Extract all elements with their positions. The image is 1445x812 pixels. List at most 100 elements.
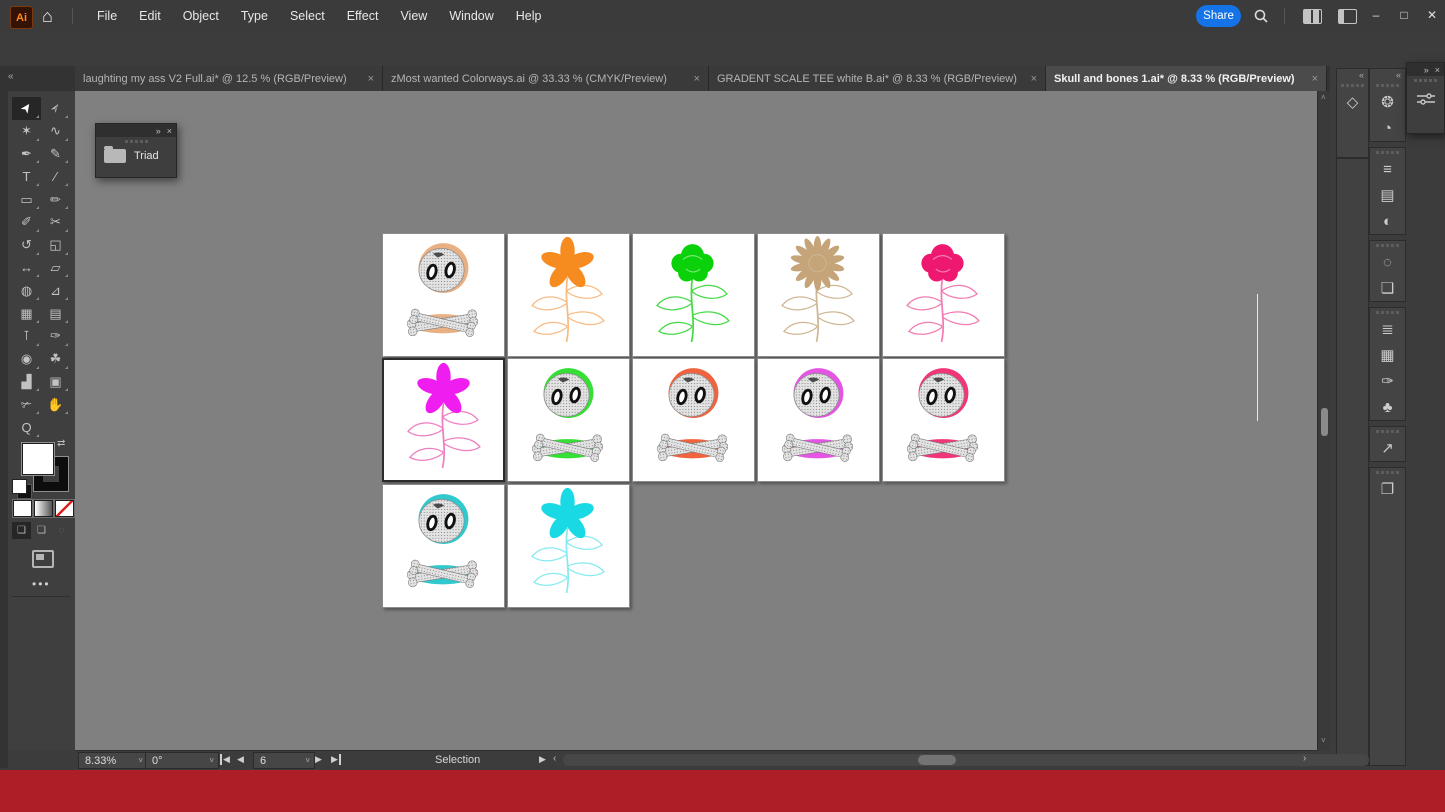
vertical-scroll-thumb[interactable]: [1321, 408, 1328, 436]
transparency-panel-icon[interactable]: ◐: [1370, 208, 1405, 234]
status-expand-icon[interactable]: ▶: [539, 754, 546, 765]
first-artboard-button[interactable]: ◀: [220, 754, 230, 765]
brushes-panel-icon[interactable]: ✑: [1370, 368, 1405, 394]
drag-dots[interactable]: [1370, 148, 1405, 156]
scroll-right-icon[interactable]: ›: [1303, 753, 1306, 764]
drag-dots[interactable]: [1370, 427, 1405, 435]
horizontal-scrollbar[interactable]: [563, 754, 1369, 766]
rotation-combo[interactable]: 0° ˅: [145, 752, 219, 769]
menu-type[interactable]: Type: [230, 0, 279, 32]
previous-artboard-button[interactable]: ◀: [237, 754, 244, 765]
artboard-flower-green[interactable]: [632, 233, 755, 357]
share-button[interactable]: Share: [1196, 5, 1241, 27]
next-artboard-button[interactable]: ▶: [315, 754, 322, 765]
none-mode-button[interactable]: [55, 500, 74, 517]
artboard-tool[interactable]: ▣: [41, 371, 70, 394]
artboard-flower-pink[interactable]: [882, 233, 1005, 357]
rotate-tool[interactable]: ↺: [12, 234, 41, 257]
swap-fill-stroke-icon[interactable]: ⇄: [57, 438, 65, 449]
rectangle-tool[interactable]: ▭: [12, 188, 41, 211]
type-tool[interactable]: T: [12, 165, 41, 188]
lasso-tool[interactable]: ∿: [41, 120, 70, 143]
export-panel-icon[interactable]: ↗: [1370, 435, 1405, 461]
document-layout-icon[interactable]: [1338, 9, 1357, 24]
artboard-skull-orange[interactable]: [632, 358, 755, 482]
perspective-grid-tool[interactable]: ⊿: [41, 279, 70, 302]
pen-tool[interactable]: ✒: [12, 143, 41, 166]
artboard-flower-tan[interactable]: [757, 233, 880, 357]
home-icon[interactable]: ⌂: [42, 4, 53, 28]
drag-dots[interactable]: [1337, 81, 1368, 89]
curvature-tool[interactable]: ✎: [41, 143, 70, 166]
artboard-skull-cyan[interactable]: [382, 484, 505, 608]
color-panel-icon[interactable]: ❂: [1370, 89, 1405, 115]
collapse-dock-icon[interactable]: «: [1396, 69, 1401, 81]
draw-inside-button[interactable]: ◌: [52, 522, 71, 539]
minimize-button[interactable]: –: [1363, 0, 1389, 30]
scroll-left-icon[interactable]: ‹: [553, 753, 556, 764]
color-guide-panel-icon[interactable]: ◔: [1370, 115, 1405, 141]
scroll-down-icon[interactable]: ˅: [1321, 736, 1326, 745]
edit-toolbar-icon[interactable]: •••: [32, 577, 51, 591]
sliders-icon[interactable]: [1417, 92, 1435, 106]
artboard-number-combo[interactable]: 6 ˅: [253, 752, 315, 769]
appearance-panel-icon[interactable]: ◌: [1370, 249, 1405, 275]
shaper-tool[interactable]: ✐: [12, 211, 41, 234]
canvas[interactable]: [75, 91, 1317, 750]
expand-panel-icon[interactable]: »: [1424, 65, 1429, 75]
close-panel-icon[interactable]: ×: [1435, 65, 1440, 75]
vertical-scrollbar[interactable]: ˄ ˅: [1317, 91, 1331, 750]
fill-color-indicator[interactable]: [22, 443, 54, 475]
close-button[interactable]: ✕: [1419, 0, 1445, 30]
zoom-level-combo[interactable]: 8.33% ˅: [78, 752, 148, 769]
gradient-panel-icon[interactable]: ▤: [1370, 182, 1405, 208]
triad-label[interactable]: Triad: [134, 150, 159, 162]
expand-panel-icon[interactable]: »: [156, 126, 161, 136]
layers-panel-icon[interactable]: ≣: [1370, 316, 1405, 342]
scale-tool[interactable]: ◱: [41, 234, 70, 257]
hand-tool[interactable]: ✋: [41, 393, 70, 416]
document-tab-4[interactable]: Skull and bones 1.ai* @ 8.33 % (RGB/Prev…: [1046, 66, 1327, 91]
close-panel-icon[interactable]: ×: [167, 126, 172, 136]
drag-dots[interactable]: [1370, 81, 1405, 89]
artboard-flower-cyan[interactable]: [507, 484, 630, 608]
search-icon[interactable]: [1253, 8, 1269, 24]
artboard-flower-magenta[interactable]: [382, 358, 505, 482]
artboard-flower-orange[interactable]: [507, 233, 630, 357]
paintbrush-tool[interactable]: ✏: [41, 188, 70, 211]
collapse-dock-icon[interactable]: «: [1359, 69, 1364, 81]
document-tab-1[interactable]: laughting my ass V2 Full.ai* @ 12.5 % (R…: [75, 66, 383, 91]
collapse-dock-icon[interactable]: «: [8, 71, 14, 82]
menu-file[interactable]: File: [86, 0, 128, 32]
menu-window[interactable]: Window: [438, 0, 504, 32]
document-tab-2[interactable]: zMost wanted Colorways.ai @ 33.33 % (CMY…: [383, 66, 709, 91]
horizontal-scroll-thumb[interactable]: [918, 755, 956, 765]
blend-tool[interactable]: ◉: [12, 348, 41, 371]
menu-select[interactable]: Select: [279, 0, 336, 32]
artboard-skull-magenta[interactable]: [757, 358, 880, 482]
symbols-panel-icon[interactable]: ♣: [1370, 394, 1405, 420]
menu-view[interactable]: View: [389, 0, 438, 32]
scissors-tool[interactable]: ✂: [41, 211, 70, 234]
drag-dots[interactable]: [1370, 241, 1405, 249]
scroll-up-icon[interactable]: ˄: [1321, 93, 1326, 102]
drag-dots[interactable]: [1407, 76, 1444, 84]
menu-object[interactable]: Object: [172, 0, 230, 32]
arrange-documents-icon[interactable]: [1303, 9, 1322, 24]
drag-dots[interactable]: [1370, 308, 1405, 316]
document-tab-3[interactable]: GRADENT SCALE TEE white B.ai* @ 8.33 % (…: [709, 66, 1046, 91]
graphic-styles-panel-icon[interactable]: ❏: [1370, 275, 1405, 301]
line-segment-tool[interactable]: ∕: [41, 165, 70, 188]
3d-materials-panel-icon[interactable]: ◇: [1337, 89, 1368, 115]
artboard-skull-pink[interactable]: [882, 358, 1005, 482]
artboards-panel-icon[interactable]: ▦: [1370, 342, 1405, 368]
selection-tool[interactable]: ➤: [12, 97, 41, 120]
draw-behind-button[interactable]: ❏: [32, 522, 51, 539]
menu-edit[interactable]: Edit: [128, 0, 172, 32]
screen-mode-button[interactable]: [32, 550, 54, 568]
tab-close-icon[interactable]: ×: [686, 73, 700, 85]
artboard-skull-green[interactable]: [507, 358, 630, 482]
tab-close-icon[interactable]: ×: [360, 73, 374, 85]
color-mode-button[interactable]: [13, 500, 32, 517]
free-transform-tool[interactable]: ▱: [41, 257, 70, 280]
